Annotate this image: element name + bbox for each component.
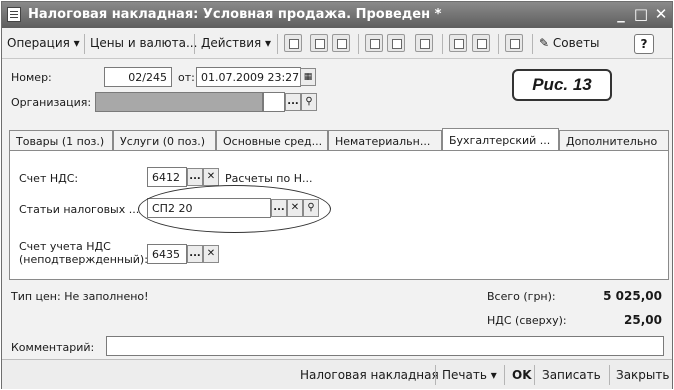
prices-currency-button[interactable]: Цены и валюта...: [90, 36, 197, 50]
tax-items-label: Статьи налоговых ...: [19, 203, 140, 216]
toolbar-separator: [498, 34, 499, 54]
post-document-icon[interactable]: [365, 34, 383, 52]
toolbar-separator: [277, 34, 278, 54]
unconfirmed-vat-field[interactable]: 6435: [147, 244, 187, 264]
bottom-bar: Налоговая накладная Печать ▾ OK Записать…: [2, 359, 672, 389]
organization-search-icon[interactable]: ⚲: [301, 93, 317, 111]
tab-accounting[interactable]: Бухгалтерский ...: [442, 128, 559, 150]
tab-goods[interactable]: Товары (1 поз.): [9, 130, 113, 151]
help-button[interactable]: ?: [634, 34, 654, 54]
vat-account-clear-icon[interactable]: ✕: [203, 168, 219, 186]
unconfirmed-vat-label-line2: (неподтвержденный):: [19, 253, 148, 266]
tab-bar: Товары (1 поз.) Услуги (0 поз.) Основные…: [9, 128, 669, 151]
ok-button[interactable]: OK: [512, 368, 532, 382]
tips-label: Советы: [552, 36, 600, 50]
bottom-separator: [534, 365, 535, 385]
total-label: Всего (грн):: [487, 290, 556, 303]
print-menu-button[interactable]: Печать ▾: [442, 368, 497, 382]
vat-account-select-button[interactable]: ...: [187, 168, 203, 186]
toolbar-separator: [84, 34, 85, 54]
tab-services[interactable]: Услуги (0 поз.): [113, 130, 216, 151]
create-based-on-icon[interactable]: [415, 34, 433, 52]
date-from-label: от:: [178, 71, 195, 84]
tax-items-clear-icon[interactable]: ✕: [287, 199, 303, 217]
bottom-separator: [504, 365, 505, 385]
tax-items-select-button[interactable]: ...: [271, 199, 287, 217]
date-field[interactable]: 01.07.2009 23:27: [196, 67, 301, 87]
move-icon[interactable]: [284, 34, 302, 52]
toolbar: Операция ▾ Цены и валюта... Действия ▾ ✎…: [2, 29, 672, 59]
actions-menu[interactable]: Действия ▾: [201, 36, 271, 50]
bottom-separator: [435, 365, 436, 385]
organization-label: Организация:: [11, 96, 92, 109]
comment-label: Комментарий:: [11, 341, 95, 354]
vat-account-label: Счет НДС:: [19, 172, 79, 185]
text-format-icon[interactable]: [505, 34, 523, 52]
organization-field-tail[interactable]: [263, 92, 285, 112]
figure-label: Рис. 13: [512, 69, 612, 101]
vat-account-field[interactable]: 6412: [147, 167, 187, 187]
tab-additional[interactable]: Дополнительно: [559, 130, 669, 151]
maximize-button[interactable]: □: [632, 4, 650, 24]
number-field[interactable]: 02/245: [104, 67, 172, 87]
operation-menu[interactable]: Операция ▾: [7, 36, 80, 50]
tips-icon: ✎: [539, 36, 550, 50]
title-bar[interactable]: Налоговая накладная: Условная продажа. П…: [2, 2, 672, 28]
vat-account-description: Расчеты по Н...: [225, 172, 313, 185]
unconfirmed-vat-label-line1: Счет учета НДС: [19, 240, 111, 253]
unconfirmed-vat-select-button[interactable]: ...: [187, 245, 203, 263]
refresh-icon[interactable]: [310, 34, 328, 52]
organization-field[interactable]: [95, 92, 263, 112]
bottom-separator: [609, 365, 610, 385]
toolbar-separator: [442, 34, 443, 54]
toolbar-separator: [194, 34, 195, 54]
calendar-icon[interactable]: ▦: [300, 68, 316, 86]
tax-items-field[interactable]: СП2 20: [147, 198, 271, 218]
total-value: 5 025,00: [603, 289, 662, 303]
number-label: Номер:: [11, 71, 52, 84]
price-type-status: Тип цен: Не заполнено!: [11, 290, 149, 303]
vat-label: НДС (сверху):: [487, 314, 567, 327]
vat-value: 25,00: [624, 313, 662, 327]
accounts-icon[interactable]: [449, 34, 467, 52]
structure-icon[interactable]: [472, 34, 490, 52]
minimize-button[interactable]: _: [612, 4, 630, 24]
tab-intangible-assets[interactable]: Нематериальн...: [328, 130, 442, 151]
tab-fixed-assets[interactable]: Основные сред...: [216, 130, 328, 151]
toolbar-separator: [358, 34, 359, 54]
close-button[interactable]: Закрыть: [616, 368, 669, 382]
document-window: Налоговая накладная: Условная продажа. П…: [1, 1, 673, 389]
copy-icon[interactable]: [332, 34, 350, 52]
close-window-button[interactable]: ✕: [652, 4, 670, 24]
unpost-document-icon[interactable]: [387, 34, 405, 52]
tax-invoice-button[interactable]: Налоговая накладная: [300, 368, 439, 382]
document-icon: [7, 7, 21, 22]
tips-button[interactable]: ✎ Советы: [539, 36, 600, 50]
toolbar-separator: [532, 34, 533, 54]
window-title: Налоговая накладная: Условная продажа. П…: [28, 7, 442, 22]
save-button[interactable]: Записать: [542, 368, 601, 382]
tax-items-search-icon[interactable]: ⚲: [303, 199, 319, 217]
comment-field[interactable]: [106, 336, 664, 356]
unconfirmed-vat-clear-icon[interactable]: ✕: [203, 245, 219, 263]
organization-select-button[interactable]: ...: [285, 93, 301, 111]
